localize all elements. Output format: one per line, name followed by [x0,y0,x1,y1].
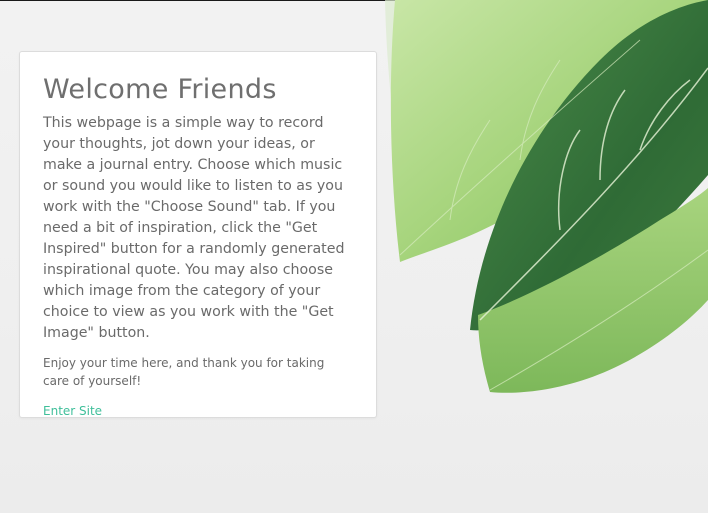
intro-paragraph: This webpage is a simple way to record y… [43,115,345,341]
welcome-card: Welcome Friends This webpage is a simple… [19,51,377,418]
thanks-paragraph: Enjoy your time here, and thank you for … [43,356,325,388]
page-title: Welcome Friends [43,74,277,105]
enter-site-link[interactable]: Enter Site [43,404,102,418]
